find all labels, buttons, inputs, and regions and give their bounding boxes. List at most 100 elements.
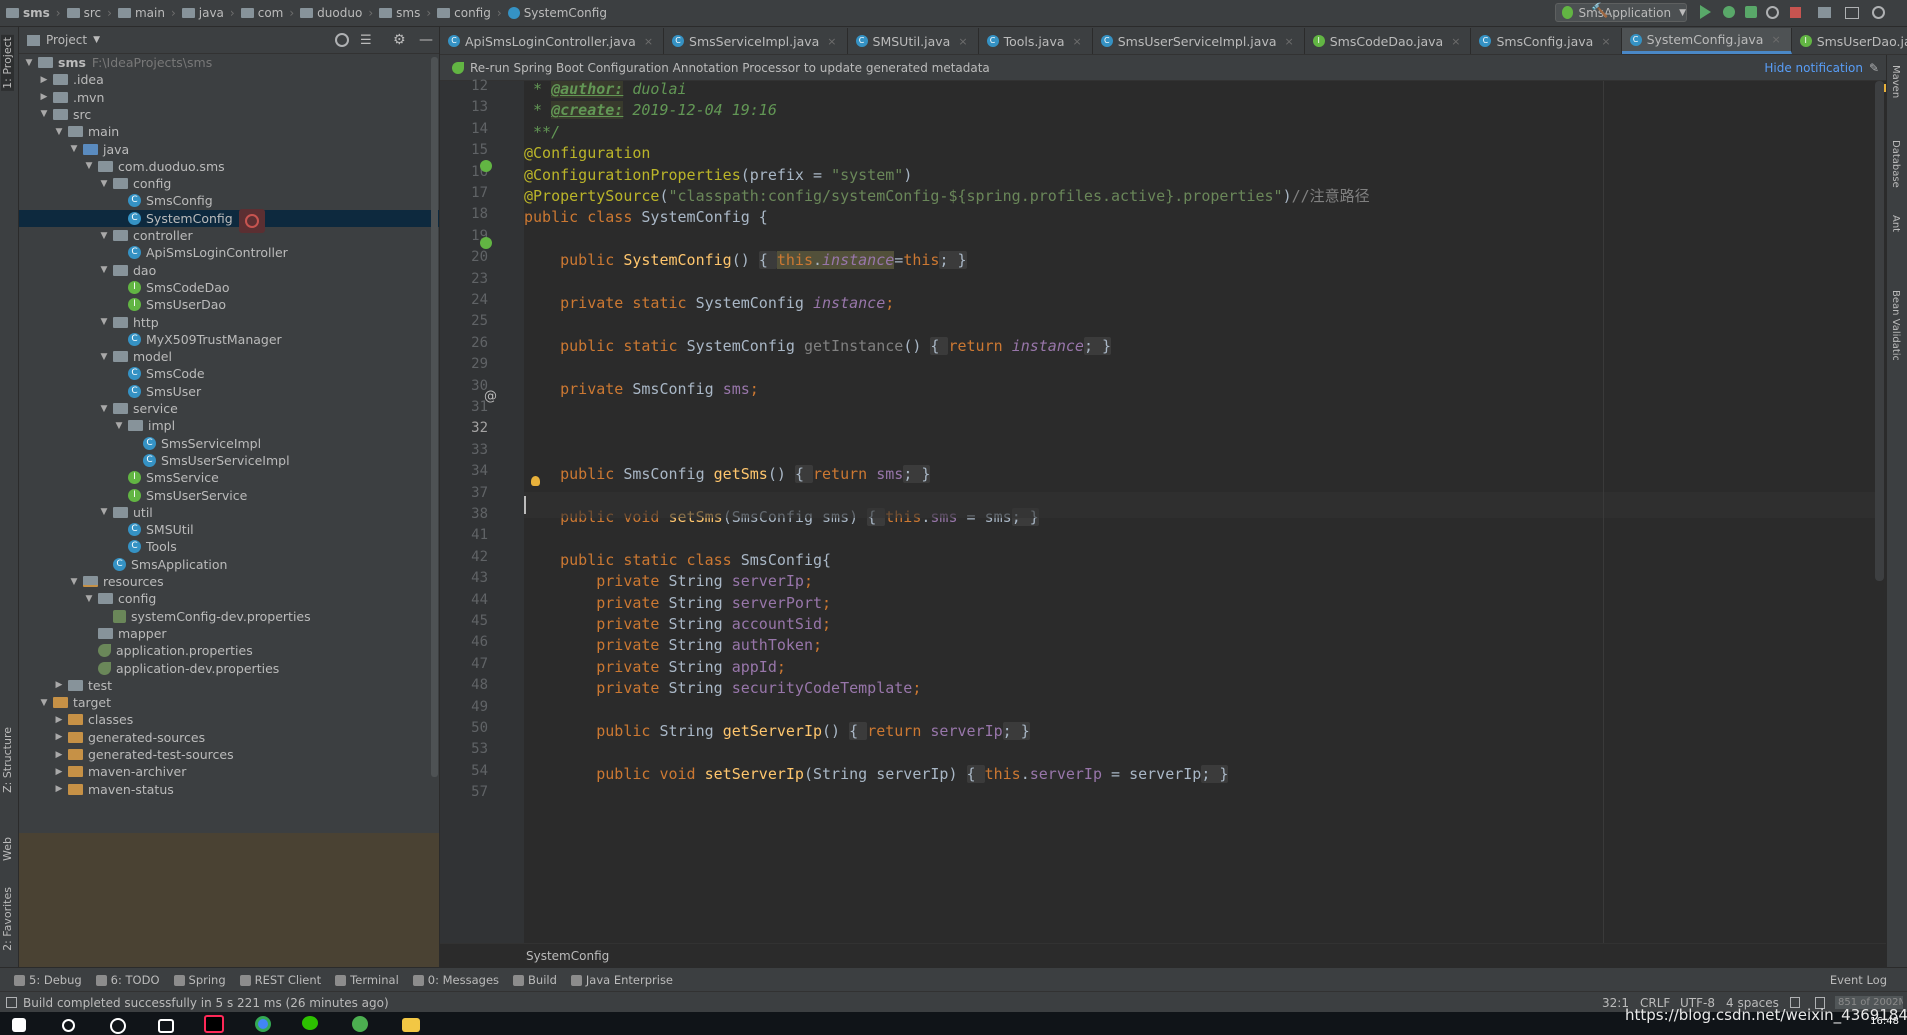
- chevron-right-icon[interactable]: ▶: [53, 767, 65, 777]
- structure-tool-tab[interactable]: Z: Structure: [1, 727, 14, 793]
- tree-item[interactable]: ▼ service: [19, 400, 439, 417]
- project-view-select[interactable]: Project: [46, 33, 87, 47]
- wrench-icon[interactable]: ✎: [1869, 61, 1879, 75]
- tree-item[interactable]: C SystemConfig: [19, 209, 439, 227]
- tree-item[interactable]: C MyX509TrustManager: [19, 331, 439, 348]
- editor-tab[interactable]: I SmsCodeDao.java ×: [1305, 28, 1472, 54]
- code-line[interactable]: public void setServerIp(String serverIp)…: [524, 761, 1229, 787]
- tree-item[interactable]: C Tools: [19, 538, 439, 555]
- chevron-right-icon[interactable]: ▶: [53, 732, 65, 742]
- breadcrumb-item[interactable]: sms ›: [379, 6, 431, 20]
- run-configuration-select[interactable]: SmsApplication ▼: [1555, 3, 1687, 22]
- tree-item[interactable]: application-dev.properties: [19, 660, 439, 677]
- tool-window-button[interactable]: 0: Messages: [412, 973, 499, 987]
- project-scrollbar[interactable]: [431, 57, 438, 777]
- tree-item[interactable]: ▶ test: [19, 677, 439, 694]
- tree-item[interactable]: ▼ controller: [19, 227, 439, 244]
- editor-scrollbar[interactable]: [1875, 81, 1884, 581]
- tree-item[interactable]: ▼ java: [19, 141, 439, 158]
- breadcrumb-item[interactable]: duoduo ›: [300, 6, 373, 20]
- chevron-down-icon[interactable]: ▼: [93, 35, 100, 45]
- editor-tab[interactable]: ISmsUserDao.java×: [1792, 28, 1907, 54]
- task-view-icon[interactable]: [158, 1019, 174, 1033]
- chevron-down-icon[interactable]: ▼: [83, 594, 95, 604]
- tree-item[interactable]: ▼ com.duoduo.sms: [19, 158, 439, 175]
- web-tool-tab[interactable]: Web: [1, 837, 14, 861]
- tree-item[interactable]: I SmsService: [19, 469, 439, 486]
- debug-icon[interactable]: [1723, 6, 1735, 18]
- run-icon[interactable]: [1700, 5, 1711, 19]
- tree-item[interactable]: ▶ maven-status: [19, 781, 439, 798]
- gear-icon[interactable]: ⚙: [393, 32, 406, 48]
- code-line[interactable]: public static SystemConfig getInstance()…: [524, 333, 1112, 359]
- code-line[interactable]: public SystemConfig() { this.instance=th…: [524, 247, 967, 273]
- tree-item[interactable]: ▼ target: [19, 694, 439, 711]
- tree-item[interactable]: C SmsUserServiceImpl: [19, 452, 439, 469]
- bean-gutter-icon[interactable]: [480, 237, 492, 249]
- editor-tab[interactable]: C SmsConfig.java ×: [1471, 28, 1622, 54]
- tree-item[interactable]: ▶ maven-archiver: [19, 763, 439, 780]
- hide-notification-link[interactable]: Hide notification: [1764, 61, 1863, 75]
- tree-item[interactable]: ▼ sms F:\IdeaProjects\sms: [19, 54, 439, 71]
- tree-item[interactable]: C SmsApplication: [19, 556, 439, 573]
- right-tool-tab[interactable]: Database: [1890, 140, 1901, 188]
- profile-icon[interactable]: [1766, 6, 1779, 19]
- tree-item[interactable]: C SmsServiceImpl: [19, 435, 439, 452]
- tool-window-button[interactable]: Build: [513, 973, 557, 987]
- chevron-down-icon[interactable]: ▼: [98, 179, 110, 189]
- tree-item[interactable]: C SmsCode: [19, 365, 439, 382]
- tool-window-button[interactable]: Java Enterprise: [570, 973, 673, 987]
- tree-item[interactable]: I SmsUserService: [19, 487, 439, 504]
- code-line[interactable]: private static SystemConfig instance;: [524, 290, 894, 316]
- chevron-down-icon[interactable]: ▼: [98, 317, 110, 327]
- file-explorer-icon[interactable]: [402, 1018, 420, 1032]
- chevron-down-icon[interactable]: ▼: [23, 58, 35, 68]
- code-line[interactable]: public SmsConfig getSms() { return sms; …: [524, 461, 931, 487]
- cortana-icon[interactable]: [110, 1018, 126, 1034]
- tree-item[interactable]: ▼ http: [19, 314, 439, 331]
- right-tool-tab[interactable]: Ant: [1890, 215, 1901, 232]
- code-line[interactable]: public class SystemConfig {: [524, 204, 768, 230]
- build-hammer-icon[interactable]: 🔨: [1591, 3, 1608, 19]
- collapse-all-icon[interactable]: ☰: [360, 33, 372, 48]
- chevron-down-icon[interactable]: ▼: [113, 421, 125, 431]
- tree-item[interactable]: application.properties: [19, 642, 439, 659]
- tree-item[interactable]: ▼ util: [19, 504, 439, 521]
- breadcrumb-item[interactable]: SystemConfig: [507, 6, 607, 20]
- tree-item[interactable]: ▶ generated-test-sources: [19, 746, 439, 763]
- code-line[interactable]: * @create: 2019-12-04 19:16: [524, 97, 777, 123]
- close-icon[interactable]: ×: [1451, 35, 1460, 48]
- windows-start-icon[interactable]: [12, 1018, 26, 1032]
- tab-active[interactable]: C SystemConfig.java ×: [1621, 28, 1792, 54]
- tree-item[interactable]: C SmsConfig: [19, 192, 439, 209]
- close-icon[interactable]: ×: [1073, 35, 1082, 48]
- code-line[interactable]: public String getServerIp() { return ser…: [524, 718, 1030, 744]
- tree-item[interactable]: I SmsUserDao: [19, 296, 439, 313]
- stop-icon[interactable]: [1790, 7, 1801, 18]
- editor-tab[interactable]: C SMSUtil.java ×: [848, 28, 979, 54]
- chevron-down-icon[interactable]: ▼: [83, 161, 95, 171]
- close-icon[interactable]: ×: [1771, 33, 1780, 46]
- tool-window-button[interactable]: Terminal: [335, 973, 399, 987]
- minimize-icon[interactable]: —: [419, 32, 433, 48]
- breadcrumb-item[interactable]: java ›: [181, 6, 235, 20]
- tree-item[interactable]: ▼ dao: [19, 262, 439, 279]
- chevron-right-icon[interactable]: ▶: [53, 750, 65, 760]
- tree-item[interactable]: ▼ model: [19, 348, 439, 365]
- close-icon[interactable]: ×: [958, 35, 967, 48]
- close-icon[interactable]: ×: [1285, 35, 1294, 48]
- chevron-right-icon[interactable]: ▶: [53, 680, 65, 690]
- chevron-right-icon[interactable]: ▶: [38, 75, 50, 85]
- coverage-icon[interactable]: [1745, 6, 1757, 18]
- close-icon[interactable]: ×: [644, 35, 653, 48]
- tree-item[interactable]: mapper: [19, 625, 439, 642]
- chrome-icon[interactable]: [255, 1016, 271, 1032]
- tree-item[interactable]: ▼ main: [19, 123, 439, 140]
- tree-item[interactable]: C SmsUser: [19, 383, 439, 400]
- chevron-down-icon[interactable]: ▼: [98, 231, 110, 241]
- tool-window-button[interactable]: 6: TODO: [95, 973, 160, 987]
- tree-item[interactable]: C SMSUtil: [19, 521, 439, 538]
- breadcrumb-item[interactable]: main ›: [117, 6, 176, 20]
- chevron-down-icon[interactable]: ▼: [98, 507, 110, 517]
- layout-icon[interactable]: [1845, 7, 1859, 19]
